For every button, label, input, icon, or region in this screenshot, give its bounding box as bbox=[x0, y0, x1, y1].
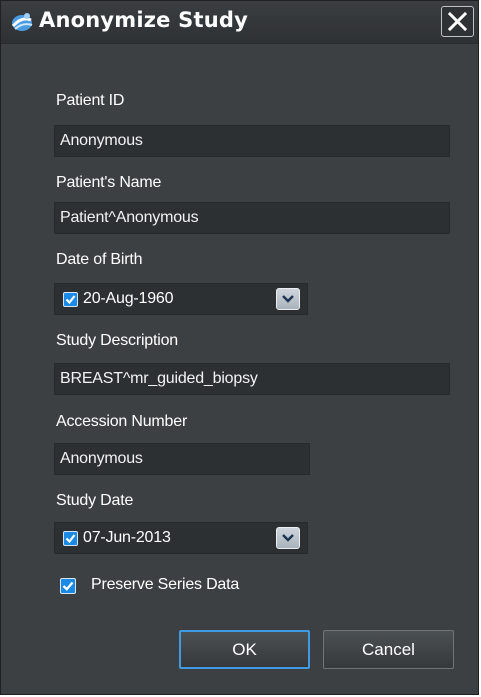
study-date-picker[interactable]: 07-Jun-2013 bbox=[54, 522, 308, 554]
preserve-series-data-checkbox[interactable] bbox=[60, 578, 76, 594]
chevron-down-icon bbox=[282, 295, 294, 303]
study-date-label: Study Date bbox=[56, 492, 134, 509]
close-button[interactable] bbox=[441, 6, 474, 37]
date-of-birth-value: 20-Aug-1960 bbox=[83, 290, 174, 307]
date-of-birth-checkbox[interactable] bbox=[63, 292, 78, 307]
anonymize-app-icon bbox=[11, 13, 33, 31]
ok-button[interactable]: OK bbox=[179, 630, 310, 669]
accession-number-field[interactable]: Anonymous bbox=[54, 443, 310, 475]
study-date-checkbox[interactable] bbox=[63, 531, 78, 546]
patient-id-field[interactable]: Anonymous bbox=[54, 125, 450, 157]
study-description-field[interactable]: BREAST^mr_guided_biopsy bbox=[54, 363, 450, 395]
checkmark-icon bbox=[65, 295, 76, 305]
date-of-birth-picker[interactable]: 20-Aug-1960 bbox=[54, 283, 308, 315]
checkmark-icon bbox=[65, 534, 76, 544]
date-of-birth-dropdown-button[interactable] bbox=[276, 288, 300, 310]
study-date-value: 07-Jun-2013 bbox=[83, 529, 171, 546]
close-icon bbox=[447, 11, 468, 32]
preserve-series-data-label: Preserve Series Data bbox=[91, 576, 240, 593]
study-description-label: Study Description bbox=[56, 332, 178, 349]
patient-name-label: Patient's Name bbox=[56, 174, 162, 191]
patient-name-field[interactable]: Patient^Anonymous bbox=[54, 202, 450, 234]
checkmark-icon bbox=[62, 581, 74, 591]
chevron-down-icon bbox=[282, 534, 294, 542]
title-bar[interactable]: Anonymize Study bbox=[1, 1, 478, 44]
accession-number-label: Accession Number bbox=[56, 413, 188, 430]
window-title: Anonymize Study bbox=[39, 8, 248, 32]
anonymize-study-dialog: Anonymize Study Patient ID Anonymous Pat… bbox=[0, 0, 479, 695]
patient-id-label: Patient ID bbox=[56, 92, 125, 109]
cancel-button[interactable]: Cancel bbox=[323, 630, 454, 669]
date-of-birth-label: Date of Birth bbox=[56, 251, 143, 268]
study-date-dropdown-button[interactable] bbox=[276, 527, 300, 549]
